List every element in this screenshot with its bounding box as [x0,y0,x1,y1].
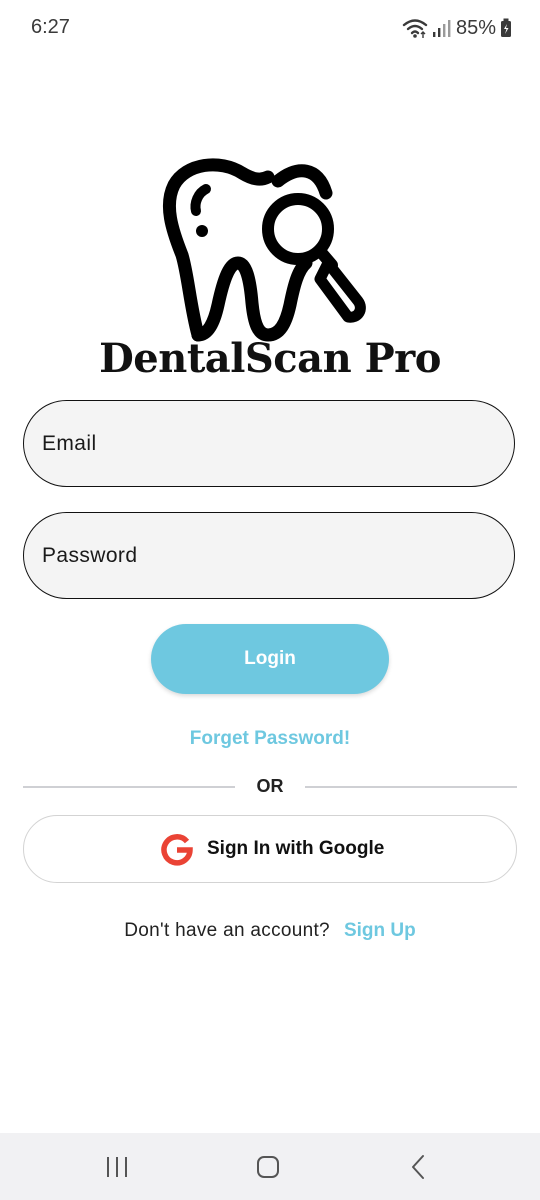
status-icons: 85% [402,14,512,42]
signal-icon [432,20,451,37]
google-signin-button[interactable]: Sign In with Google [23,815,517,883]
app-logo: DentalScan Pro [0,155,540,385]
home-icon[interactable] [254,1153,282,1181]
battery-percent: 85% [455,16,496,39]
app-title: DentalScan Pro [99,335,441,382]
system-nav-bar [0,1133,540,1200]
signup-prompt: Don't have an account? [124,920,330,941]
status-bar: 6:27 85% [0,0,540,56]
google-icon [161,834,193,866]
back-icon[interactable] [405,1153,433,1181]
password-field[interactable] [23,512,515,599]
email-field[interactable] [23,400,515,487]
recents-icon[interactable] [103,1153,131,1181]
google-signin-label: Sign In with Google [207,838,385,859]
login-button[interactable]: Login [151,624,389,694]
divider-line-left [23,786,235,788]
email-input[interactable] [40,430,514,457]
signup-row: Don't have an account? Sign Up [0,920,540,942]
status-time: 6:27 [31,16,70,38]
signup-link[interactable]: Sign Up [344,920,416,941]
forgot-password-link[interactable]: Forget Password! [0,728,540,750]
tooth-magnifier-icon [162,158,366,342]
wifi-icon [402,19,428,38]
password-input[interactable] [40,542,514,569]
divider-line-right [305,786,517,788]
battery-icon [501,18,511,37]
divider-or-text: OR [256,776,284,796]
login-screen: 6:27 85% DentalScan Pro Email Login Forg… [0,0,540,1200]
